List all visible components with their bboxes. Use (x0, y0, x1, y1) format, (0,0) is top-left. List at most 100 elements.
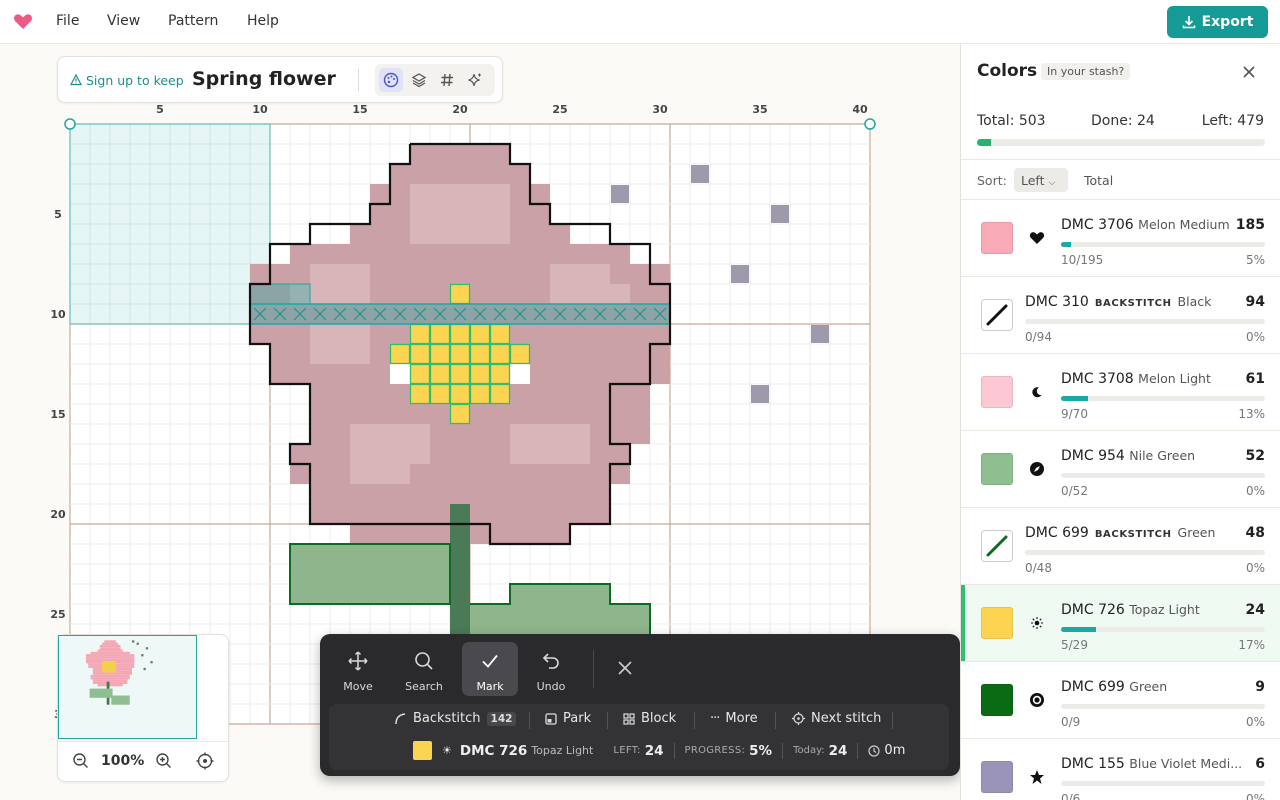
heart-logo-icon[interactable] (12, 10, 34, 32)
backstitch-swatch (981, 530, 1013, 562)
more-dots-icon: ··· (710, 711, 720, 726)
minimap[interactable]: 100% (57, 634, 230, 782)
target-icon (1027, 690, 1047, 710)
column-tick: 5 (156, 103, 164, 116)
color-percent: 17% (1238, 638, 1265, 652)
search-tool[interactable]: Search (396, 642, 452, 696)
mark-label: Mark (476, 680, 504, 693)
close-icon[interactable] (1239, 62, 1259, 82)
color-progress-bar (1061, 473, 1265, 478)
top-bar: File View Pattern Help Export (0, 0, 1280, 44)
search-label: Search (405, 680, 443, 693)
moon-icon (1027, 382, 1047, 402)
sparkle-icon[interactable] (463, 68, 487, 92)
colors-title: Colors (977, 61, 1038, 81)
undo-tool[interactable]: Undo (523, 642, 579, 696)
menu-file[interactable]: File (56, 13, 79, 29)
color-swatch (981, 222, 1013, 254)
color-row[interactable]: DMC 3706 Melon Medium 185 10/195 5% (961, 200, 1280, 277)
color-progress-bar (1025, 319, 1265, 324)
color-name: DMC 699 Green (1061, 679, 1168, 695)
palette-icon[interactable] (379, 68, 403, 92)
left-label: LEFT: (613, 745, 641, 756)
color-percent: 13% (1238, 407, 1265, 421)
color-row[interactable]: DMC 3708 Melon Light 61 9/70 13% (961, 354, 1280, 431)
block-button[interactable]: Block (623, 711, 676, 726)
color-count: 94 (1245, 294, 1265, 310)
row-tick: 5 (54, 208, 62, 221)
zoom-in-icon[interactable] (155, 752, 173, 770)
warning-icon (70, 73, 82, 86)
column-tick: 10 (252, 103, 268, 116)
row-tick: 10 (50, 308, 66, 321)
stash-toggle[interactable]: In your stash? (1041, 63, 1131, 80)
move-label: Move (343, 680, 373, 693)
backstitch-swatch (981, 299, 1013, 331)
zoom-level: 100% (101, 753, 145, 769)
color-percent: 5% (1245, 253, 1265, 267)
color-fraction: 0/94 (1025, 330, 1052, 344)
sun-icon: ☀ (442, 744, 452, 757)
divider (673, 742, 675, 759)
color-fraction: 10/195 (1061, 253, 1104, 267)
color-row[interactable]: DMC 699 Green 9 0/9 0% (961, 662, 1280, 739)
signup-link[interactable]: Sign up to keep (70, 73, 184, 88)
color-row[interactable]: DMC 954 Nile Green 52 0/52 0% (961, 431, 1280, 508)
selection-handle (64, 118, 76, 130)
color-fraction: 0/9 (1061, 715, 1081, 729)
menu-help[interactable]: Help (247, 13, 279, 29)
column-tick: 30 (652, 103, 668, 116)
time-value: 0m (884, 743, 906, 758)
block-label: Block (641, 711, 677, 726)
next-stitch-label: Next stitch (811, 711, 882, 726)
column-tick: 20 (452, 103, 468, 116)
next-stitch-button[interactable]: Next stitch (792, 711, 881, 726)
divider (593, 650, 594, 688)
undo-icon (542, 653, 559, 669)
current-color-swatch[interactable] (413, 741, 432, 760)
search-icon (415, 652, 433, 670)
color-count: 52 (1245, 448, 1265, 464)
sort-left-dropdown[interactable]: Left ⌵ (1014, 168, 1068, 192)
menu-view[interactable]: View (107, 13, 140, 29)
backstitch-icon (395, 713, 406, 725)
export-button[interactable]: Export (1167, 6, 1268, 38)
color-row[interactable]: DMC 310 BACKSTITCH Black 94 0/94 0% (961, 277, 1280, 354)
divider (529, 712, 530, 729)
divider (607, 712, 608, 729)
more-button[interactable]: ··· More (710, 711, 758, 726)
row-tick: 20 (50, 508, 66, 521)
check-icon (482, 654, 498, 668)
divider (857, 742, 859, 759)
minimap-preview (86, 640, 153, 705)
park-button[interactable]: Park (545, 711, 591, 726)
close-icon[interactable] (617, 660, 633, 676)
sort-total-option[interactable]: Total (1084, 173, 1113, 188)
menu-pattern[interactable]: Pattern (168, 13, 218, 29)
layers-icon[interactable] (407, 68, 431, 92)
grid-hash-icon[interactable] (435, 68, 459, 92)
color-fraction: 9/70 (1061, 407, 1088, 421)
pattern-title[interactable]: Spring flower (192, 68, 336, 90)
color-row[interactable]: DMC 726 Topaz Light 24 5/29 17% (961, 585, 1280, 662)
backstitch-button[interactable]: Backstitch 142 (394, 711, 517, 726)
minimap-viewport[interactable] (58, 635, 197, 739)
color-row[interactable]: DMC 155 Blue Violet Medi... 6 0/6 0% (961, 739, 1280, 800)
color-percent: 0% (1245, 715, 1265, 729)
current-color-name: Topaz Light (531, 744, 594, 757)
recenter-icon[interactable] (195, 751, 215, 771)
left-count: Left: 479 (1201, 113, 1264, 129)
mark-tool[interactable]: Mark (462, 642, 518, 696)
move-tool[interactable]: Move (330, 642, 386, 696)
done-count: Done: 24 (1091, 113, 1155, 129)
column-tick: 15 (352, 103, 367, 116)
color-percent: 0% (1245, 484, 1265, 498)
today-value: 24 (828, 742, 848, 759)
zoom-out-icon[interactable] (72, 752, 90, 770)
row-tick: 15 (50, 408, 65, 421)
block-grid-icon (623, 712, 635, 725)
view-mode-group (375, 64, 495, 96)
color-row[interactable]: DMC 699 BACKSTITCH Green 48 0/48 0% (961, 508, 1280, 585)
violet-stitch (611, 185, 629, 203)
download-icon (1182, 16, 1195, 29)
